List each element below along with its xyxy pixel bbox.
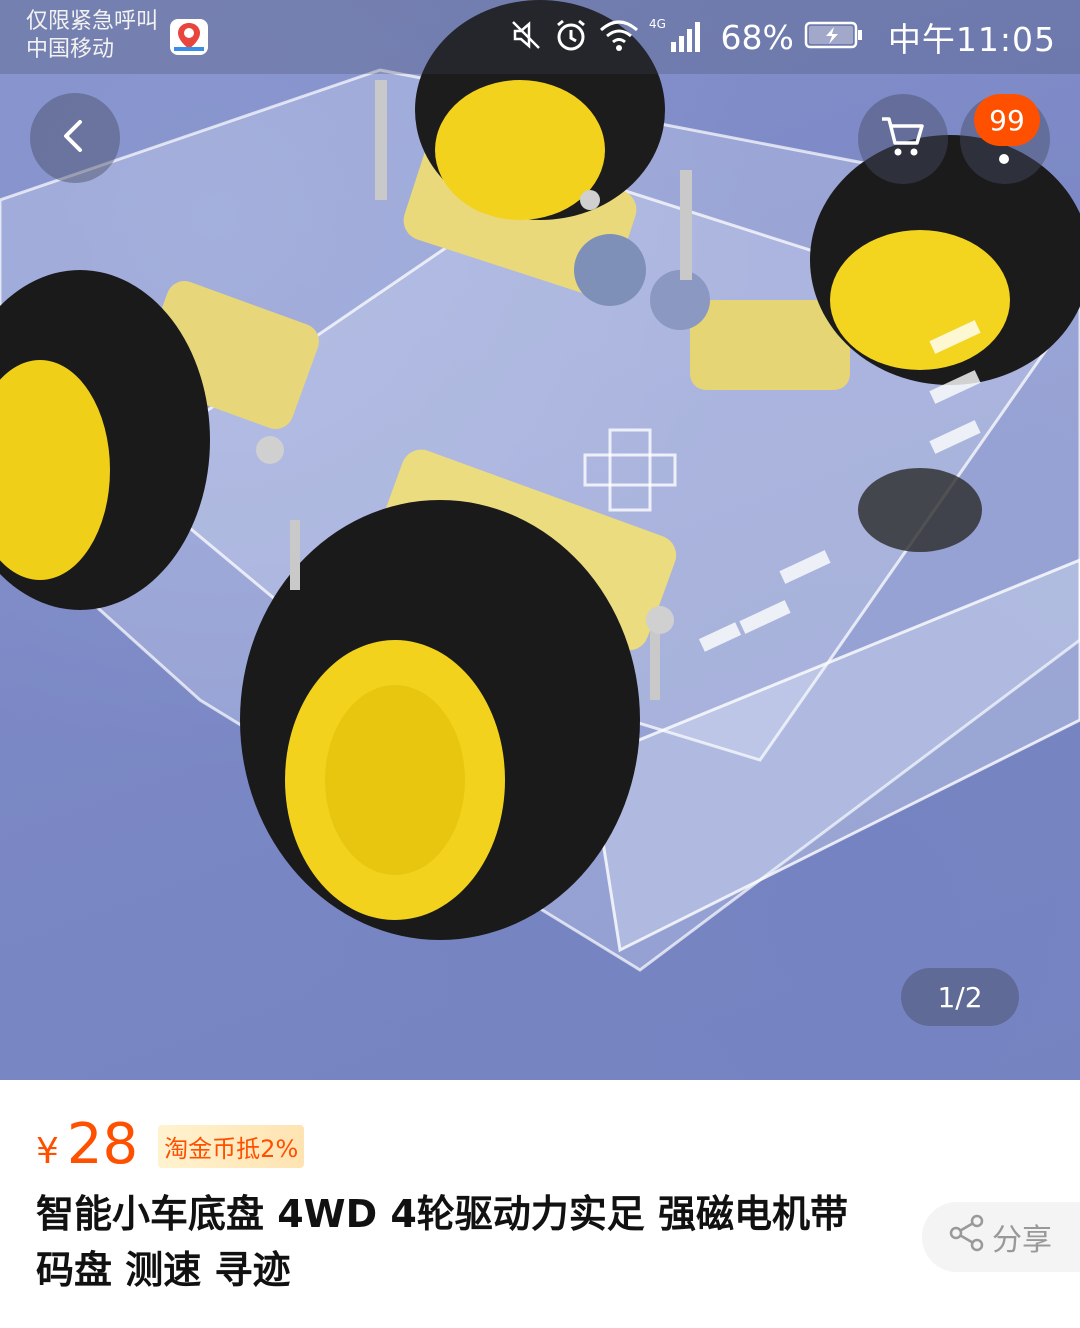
currency-symbol: ¥ xyxy=(36,1131,59,1172)
price-value: 28 xyxy=(66,1112,139,1177)
status-bar: 仅限紧急呼叫 中国移动 4G 68% 中午11:05 xyxy=(0,0,1080,74)
battery-icon xyxy=(804,20,864,54)
carrier-line1: 仅限紧急呼叫 xyxy=(26,9,159,34)
carrier-info: 仅限紧急呼叫 中国移动 xyxy=(26,8,158,64)
map-app-icon xyxy=(170,19,208,55)
cart-button[interactable] xyxy=(858,94,948,184)
signal-icon: 4G xyxy=(649,16,711,58)
clock: 中午11:05 xyxy=(887,20,1056,59)
share-icon xyxy=(948,1214,986,1260)
carrier-line2: 中国移动 xyxy=(26,37,115,62)
wifi-icon xyxy=(599,18,639,56)
image-pager: 1/2 xyxy=(901,968,1019,1026)
share-label: 分享 xyxy=(992,1223,1052,1258)
battery-percent: 68% xyxy=(720,17,794,57)
mute-icon xyxy=(509,18,543,56)
share-button[interactable]: 分享 xyxy=(922,1202,1080,1272)
cart-icon xyxy=(880,115,926,163)
product-title: 智能小车底盘 4WD 4轮驱动力实足 强磁电机带码盘 测速 寻迹 xyxy=(36,1192,849,1292)
back-button[interactable] xyxy=(30,93,120,183)
message-badge[interactable]: 99 xyxy=(974,94,1040,146)
price-row: ¥ 28 淘金币抵2% xyxy=(36,1112,305,1182)
coin-discount-tag: 淘金币抵2% xyxy=(158,1125,305,1168)
more-dots-icon xyxy=(999,154,1009,164)
chevron-left-icon xyxy=(55,116,95,160)
network-type-label: 4G xyxy=(649,17,666,31)
alarm-icon xyxy=(553,17,589,57)
